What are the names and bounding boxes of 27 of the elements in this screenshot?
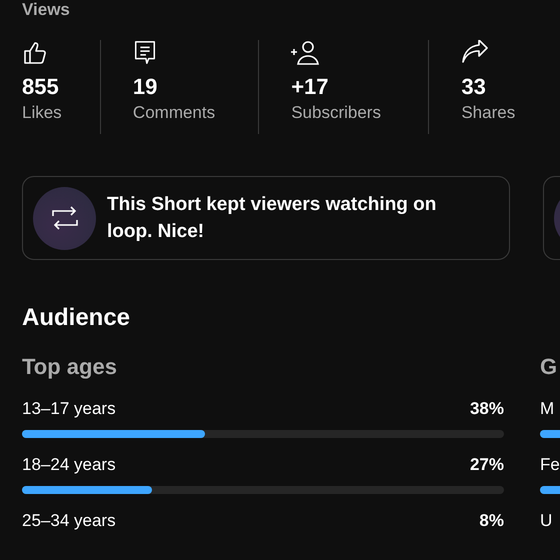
section-heading: Top ages: [22, 354, 118, 380]
views-heading: Views: [22, 0, 71, 20]
add-person-icon: [291, 40, 320, 66]
stat-value: 33: [461, 74, 487, 100]
loop-icon: [50, 206, 78, 230]
insight-card[interactable]: This Short kept viewers watching on loop. Nice!: [22, 176, 510, 260]
age-label: M: [540, 398, 554, 420]
age-label: 18–24 years: [22, 454, 116, 476]
age-label: 13–17 years: [22, 398, 116, 420]
percent-value: 38%: [470, 398, 504, 420]
age-label: Fe: [540, 454, 560, 476]
age-label: U: [540, 510, 552, 532]
section-heading: G: [540, 354, 558, 380]
stat-value: 855: [22, 74, 60, 100]
stat-value: +17: [291, 74, 330, 100]
thumbs-up-icon: [22, 40, 48, 66]
insight-text: This Short kept viewers watching on loop. Nice!: [107, 193, 438, 244]
stat-label: Likes: [22, 102, 63, 124]
stat-label: Shares: [461, 102, 516, 124]
comment-icon: [132, 40, 157, 66]
audience-heading: Audience: [22, 304, 132, 332]
stat-value: 19: [132, 74, 158, 100]
stat-label: Comments: [132, 102, 216, 124]
percent-value: 8%: [479, 510, 504, 532]
percent-value: 27%: [470, 454, 504, 476]
stat-label: Subscribers: [291, 102, 382, 124]
age-label: 25–34 years: [22, 510, 116, 532]
